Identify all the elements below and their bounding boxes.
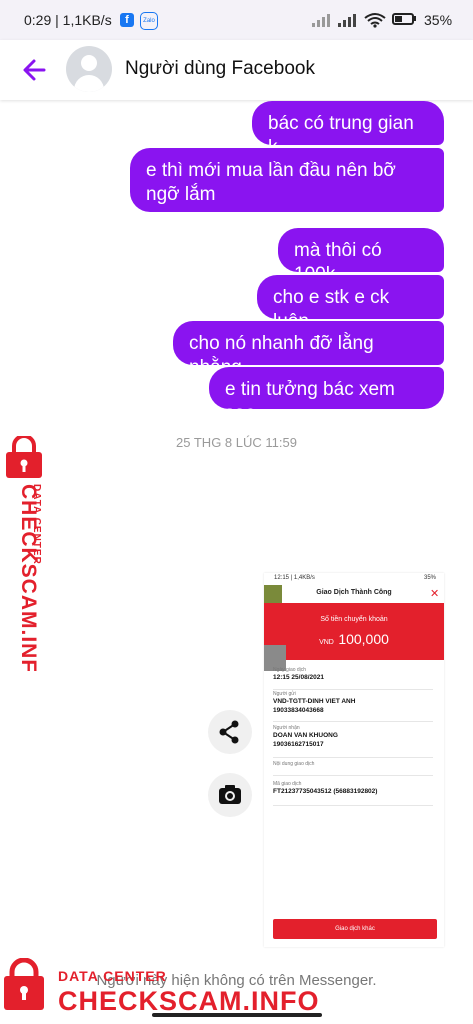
wifi-icon <box>364 13 386 28</box>
share-icon <box>219 720 239 744</box>
shared-image-status-bar: 12:15 | 1,4KB/s 35% <box>264 573 444 585</box>
status-time: 0:29 | 1,1KB/s <box>24 12 112 28</box>
transaction-field: Mã giao dịch FT21237735043512 (568831928… <box>273 781 433 806</box>
back-arrow-icon[interactable] <box>18 54 50 86</box>
shared-image-time: 12:15 | 1,4KB/s <box>274 575 315 581</box>
field-value: 19033834043668 <box>273 707 324 714</box>
message-bubble[interactable]: mà thôi có 100k <box>278 228 444 285</box>
amount-panel: Số tiền chuyển khoản VND 100,000 <box>264 603 444 660</box>
facebook-notification-icon: f <box>120 13 134 27</box>
avatar[interactable] <box>66 46 112 92</box>
field-label: Nội dung giao dịch <box>273 761 315 767</box>
svg-text:DATA CENTER: DATA CENTER <box>31 484 42 565</box>
message-bubble[interactable]: cho e stk e ck luôn <box>257 275 444 332</box>
close-icon: ✕ <box>430 588 440 600</box>
field-value: 12:15 25/08/2021 <box>273 674 324 681</box>
field-value: DOAN VAN KHUONG <box>273 732 338 739</box>
watermark-logo-vertical: CHECKSCAM.INFO DATA CENTER <box>6 436 42 671</box>
field-value: VND-TGTT-DINH VIET ANH <box>273 698 356 705</box>
battery-icon <box>392 13 414 25</box>
message-bubble[interactable]: cho nó nhanh đỡ lằng nhằng <box>173 321 444 378</box>
currency: VND <box>319 639 334 646</box>
watermark-brand: CHECKSCAM.INFO <box>58 986 320 1016</box>
status-bar: 0:29 | 1,1KB/s f Zalo 35% <box>0 0 473 40</box>
battery-percent: 35% <box>424 12 453 28</box>
conversation-header: Người dùng Facebook <box>0 40 473 100</box>
message-bubble[interactable]: e tin tưởng bác xem sao <box>209 367 444 424</box>
message-bubble[interactable]: e thì mới mua lần đầu nên bỡ ngỡ lắm <box>130 148 444 212</box>
signal-icon <box>312 14 330 27</box>
transaction-field: Người nhận DOAN VAN KHUONG 1903616271501… <box>273 725 433 758</box>
camera-icon <box>219 785 241 804</box>
zalo-notification-icon: Zalo <box>140 12 158 30</box>
amount-label: Số tiền chuyển khoản <box>320 616 388 623</box>
battery-tip <box>414 16 416 21</box>
shared-image-battery: 35% <box>424 575 437 581</box>
transaction-field: Ngày giao dịch 12:15 25/08/2021 <box>273 667 433 690</box>
signal-icon-2 <box>338 14 356 27</box>
message-bubble[interactable]: bác có trung gian k <box>252 101 444 158</box>
message-timestamp: 25 THG 8 LÚC 11:59 <box>176 435 297 450</box>
camera-button[interactable] <box>208 773 252 817</box>
other-transaction-button: Giao dịch khác <box>273 919 437 939</box>
watermark-data-center: DATA CENTER <box>58 968 167 984</box>
amount: VND 100,000 <box>264 631 444 649</box>
transaction-field: Người gửi VND-TGTT-DINH VIET ANH 1903383… <box>273 691 433 722</box>
field-value: 19036162715017 <box>273 741 324 748</box>
transaction-field: Nội dung giao dịch <box>273 761 433 776</box>
amount-value: 100,000 <box>338 631 389 647</box>
field-value: FT21237735043512 (56883192802) <box>273 788 378 795</box>
shared-image[interactable]: 12:15 | 1,4KB/s 35% Giao Dịch Thành Công… <box>264 573 444 947</box>
transaction-title: Giao Dịch Thành Công <box>316 589 392 596</box>
contact-name[interactable]: Người dùng Facebook <box>125 58 315 80</box>
share-button[interactable] <box>208 710 252 754</box>
